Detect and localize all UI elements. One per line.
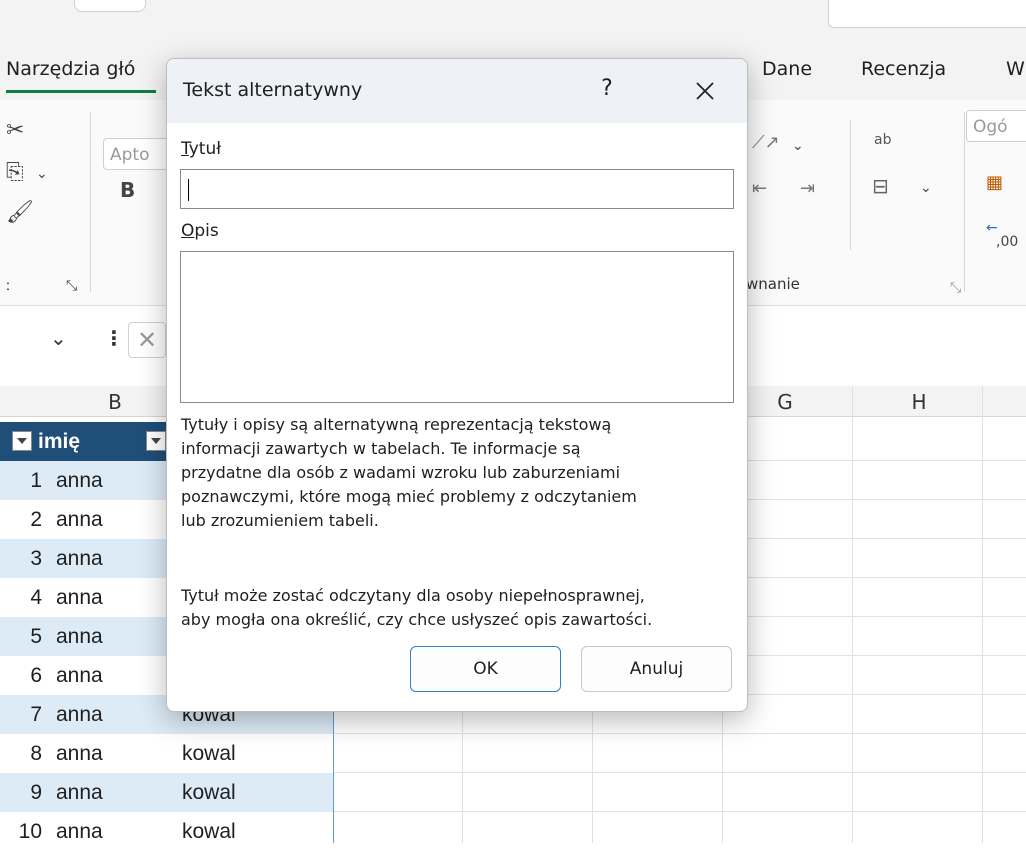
quick-access-pill[interactable]	[74, 0, 146, 12]
row-number: 9	[0, 773, 50, 812]
chevron-down-icon[interactable]: ⌄	[36, 166, 48, 182]
text-caret	[188, 179, 189, 201]
help-text-paragraph-2: Tytuł może zostać odczytany dla osoby ni…	[181, 584, 737, 632]
cell-name[interactable]: anna	[50, 812, 176, 851]
help-text-line: aby mogła ona określić, czy chce usłysze…	[181, 610, 653, 629]
increase-indent-icon[interactable]: ⇥	[800, 178, 815, 199]
cell-name[interactable]: anna	[50, 539, 176, 578]
cell-name[interactable]: anna	[50, 461, 176, 500]
grid-line	[334, 772, 1026, 773]
cancel-button[interactable]: Anuluj	[581, 646, 732, 692]
alt-title-input[interactable]	[180, 169, 734, 209]
help-text-line: przydatne dla osób z wadami wzroku lub z…	[181, 463, 621, 482]
description-label-accelerator: O	[181, 221, 195, 241]
chevron-down-icon[interactable]: ⌄	[50, 326, 67, 350]
ribbon-divider	[850, 120, 851, 250]
help-text-line: informacji zawartych w tabelach. Te info…	[181, 439, 581, 458]
title-label-accelerator: T	[181, 139, 189, 159]
bold-button[interactable]: B	[120, 178, 135, 202]
help-text-paragraph-1: Tytuły i opisy są alternatywną reprezent…	[181, 413, 737, 533]
cell-name[interactable]: anna	[50, 617, 176, 656]
cell-surname[interactable]: kowal	[176, 812, 333, 851]
grid-line	[852, 386, 853, 843]
row-number: 3	[0, 539, 50, 578]
description-field-label: Opis	[181, 221, 219, 241]
dialog-title: Tekst alternatywny	[183, 79, 363, 101]
cell-name[interactable]: anna	[50, 773, 176, 812]
decimal-label: ,00	[996, 234, 1019, 250]
cell-name[interactable]: anna	[50, 734, 176, 773]
tab-home[interactable]: Narzędzia głó	[6, 58, 135, 80]
filter-dropdown-icon[interactable]	[12, 431, 32, 451]
chevron-down-icon[interactable]: ⌄	[920, 180, 932, 196]
dialog-launcher-icon[interactable]: ⤡	[66, 278, 77, 294]
close-icon	[696, 82, 714, 100]
cell-surname[interactable]: kowal	[176, 773, 333, 812]
cell-name[interactable]: anna	[50, 695, 176, 734]
grid-line	[334, 811, 1026, 812]
wrap-text-icon[interactable]: ab	[874, 132, 891, 148]
more-icon: ⋮	[104, 326, 124, 350]
filter-dropdown-icon[interactable]	[146, 431, 166, 451]
decrease-indent-icon[interactable]: ⇤	[752, 178, 767, 199]
cell-name[interactable]: anna	[50, 500, 176, 539]
dialog-launcher-icon[interactable]: ⤡	[950, 280, 961, 296]
grid-line	[982, 386, 983, 843]
tab-view[interactable]: W	[1006, 58, 1025, 80]
cut-icon[interactable]: ✂	[6, 118, 24, 143]
number-format-field[interactable]: Ogó	[966, 110, 1026, 142]
help-text-line: Tytuły i opisy są alternatywną reprezent…	[181, 415, 612, 434]
cancel-edit-icon[interactable]: ✕	[128, 322, 166, 358]
group-alignment-label: wnanie	[746, 275, 800, 293]
row-number: 5	[0, 617, 50, 656]
orientation-icon[interactable]: ⟋↗	[752, 132, 780, 153]
cell-surname[interactable]: kowal	[176, 734, 333, 773]
search-box[interactable]	[828, 0, 1026, 28]
row-number: 1	[0, 461, 50, 500]
active-tab-indicator	[6, 90, 156, 93]
group-clipboard-label: ː	[6, 278, 11, 294]
title-field-label: Tytuł	[181, 139, 221, 159]
help-text-line: Tytuł może zostać odczytany dla osoby ni…	[181, 586, 645, 605]
row-number: 6	[0, 656, 50, 695]
cell-name[interactable]: anna	[50, 578, 176, 617]
merge-cells-icon[interactable]: ⊟	[872, 174, 889, 198]
table-header-imie: imię	[38, 430, 81, 453]
alt-text-dialog: Tekst alternatywny ? Tytuł Opis Tytuły i…	[166, 58, 748, 712]
column-header-g[interactable]: G	[770, 390, 800, 414]
alt-description-textarea[interactable]	[180, 251, 734, 403]
help-button[interactable]: ?	[588, 71, 626, 107]
tab-review[interactable]: Recenzja	[861, 58, 946, 80]
column-header-h[interactable]: H	[904, 390, 934, 414]
column-header-b[interactable]: B	[100, 390, 130, 414]
format-painter-icon[interactable]: 🖌	[6, 200, 34, 225]
row-number: 7	[0, 695, 50, 734]
row-number: 4	[0, 578, 50, 617]
ribbon-divider	[964, 112, 965, 292]
row-number: 2	[0, 500, 50, 539]
title-label-rest: ytuł	[188, 139, 222, 159]
ribbon-divider	[90, 112, 91, 292]
copy-icon[interactable]: ⎘	[6, 160, 24, 185]
help-text-line: poznawczymi, które mogą mieć problemy z …	[181, 487, 637, 506]
close-button[interactable]	[687, 73, 723, 109]
row-number: 10	[0, 812, 50, 851]
help-text-line: lub zrozumieniem tabeli.	[181, 511, 379, 530]
ok-button[interactable]: OK	[410, 646, 561, 692]
row-number: 8	[0, 734, 50, 773]
cell-name[interactable]: anna	[50, 656, 176, 695]
tab-data[interactable]: Dane	[762, 58, 812, 80]
chevron-down-icon[interactable]: ⌄	[792, 138, 804, 154]
grid-line	[334, 733, 1026, 734]
description-label-rest: pis	[194, 221, 219, 241]
conditional-format-icon[interactable]: ▦	[986, 172, 1003, 193]
